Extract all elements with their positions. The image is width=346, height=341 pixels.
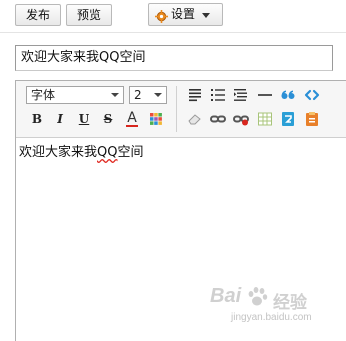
font-color-swatch	[126, 125, 138, 127]
editor-text-after: 空间	[117, 145, 144, 160]
font-family-select[interactable]: 字体	[26, 86, 124, 104]
editor-toolbar: 字体 2 B I U S A	[16, 81, 346, 138]
link-icon[interactable]	[209, 110, 227, 128]
background-color-icon[interactable]	[147, 110, 165, 128]
italic-icon[interactable]: I	[51, 110, 69, 128]
font-family-value: 字体	[31, 88, 56, 102]
bold-label: B	[31, 112, 43, 126]
bold-icon[interactable]: B	[28, 110, 46, 128]
strikethrough-label: S	[103, 112, 113, 126]
settings-dropdown-arrow-icon	[202, 13, 210, 18]
paste-icon[interactable]	[303, 110, 321, 128]
settings-button[interactable]: 设置	[148, 3, 223, 26]
title-input[interactable]: 欢迎大家来我QQ空间	[15, 45, 333, 71]
font-color-label: A	[127, 110, 137, 126]
font-family-dropdown-arrow-icon	[111, 93, 119, 97]
unlink-icon[interactable]	[232, 110, 250, 128]
settings-gear-icon	[155, 9, 168, 23]
toolbar-separator	[176, 86, 177, 132]
strikethrough-icon[interactable]: S	[99, 110, 117, 128]
font-color-icon[interactable]: A	[123, 110, 141, 128]
image-icon[interactable]	[279, 110, 297, 128]
rich-text-editor[interactable]: 字体 2 B I U S A 欢迎大家来我QQ空间	[15, 80, 346, 341]
table-icon[interactable]	[256, 110, 274, 128]
font-size-dropdown-arrow-icon	[154, 93, 162, 97]
preview-button[interactable]: 预览	[66, 4, 112, 26]
align-left-icon[interactable]	[186, 86, 204, 104]
code-icon[interactable]	[303, 86, 321, 104]
italic-label: I	[57, 112, 63, 126]
underline-icon[interactable]: U	[75, 110, 93, 128]
ordered-list-icon[interactable]	[209, 86, 227, 104]
underline-label: U	[78, 112, 90, 126]
top-bar-divider	[0, 32, 346, 33]
editor-text-before: 欢迎大家来我	[19, 145, 98, 160]
publish-button[interactable]: 发布	[15, 4, 61, 26]
font-size-value: 2	[134, 88, 142, 102]
editor-text-flagged: QQ	[97, 145, 118, 160]
settings-label: 设置	[171, 7, 196, 21]
unordered-list-icon[interactable]	[232, 86, 250, 104]
quote-icon[interactable]	[279, 86, 297, 104]
eraser-icon[interactable]	[186, 110, 204, 128]
editor-body-text: 欢迎大家来我QQ空间	[19, 141, 144, 160]
font-size-select[interactable]: 2	[129, 86, 167, 104]
horizontal-rule-icon[interactable]	[256, 86, 274, 104]
